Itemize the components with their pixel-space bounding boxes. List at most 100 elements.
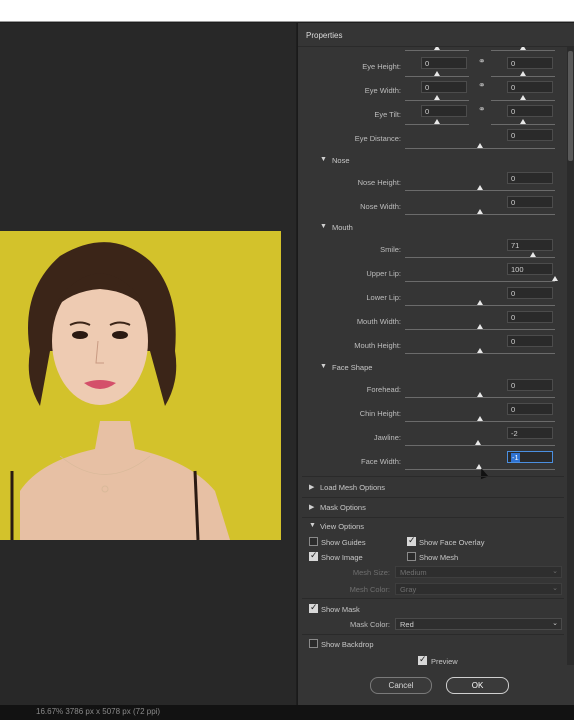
eye-width-left-input[interactable]: 0 bbox=[421, 81, 467, 93]
jawline-thumb[interactable] bbox=[475, 440, 481, 445]
eye-tilt-left-slider[interactable] bbox=[405, 124, 469, 125]
eye-tilt-left-thumb[interactable] bbox=[434, 119, 440, 124]
eye-width-left-thumb[interactable] bbox=[434, 95, 440, 100]
load-mesh-options-header[interactable]: ▶ Load Mesh Options bbox=[298, 480, 567, 496]
show-image-label: Show Image bbox=[321, 553, 363, 562]
eye-width-label: Eye Width: bbox=[364, 86, 401, 95]
eye-height-right-input[interactable]: 0 bbox=[507, 57, 553, 69]
link-icon[interactable]: ⚭ bbox=[478, 57, 486, 66]
panel-title: Properties bbox=[298, 31, 574, 47]
jawline-row: Jawline: -2 bbox=[298, 426, 567, 450]
divider bbox=[302, 497, 564, 498]
lower-lip-slider[interactable] bbox=[405, 305, 555, 306]
smile-slider[interactable] bbox=[405, 257, 555, 258]
link-icon[interactable]: ⚭ bbox=[478, 81, 486, 90]
mouth-height-input[interactable]: 0 bbox=[507, 335, 553, 347]
jawline-input[interactable]: -2 bbox=[507, 427, 553, 439]
cancel-button[interactable]: Cancel bbox=[370, 677, 432, 694]
upper-lip-slider[interactable] bbox=[405, 281, 555, 282]
chevron-down-icon: ⌄ bbox=[552, 620, 558, 627]
upper-lip-input[interactable]: 100 bbox=[507, 263, 553, 275]
lower-lip-thumb[interactable] bbox=[477, 300, 483, 305]
divider bbox=[302, 598, 564, 599]
eye-width-right-slider[interactable] bbox=[491, 100, 555, 101]
eye-distance-thumb[interactable] bbox=[477, 143, 483, 148]
mouth-width-slider[interactable] bbox=[405, 329, 555, 330]
smile-row: Smile: 71 bbox=[298, 238, 567, 262]
ok-button[interactable]: OK bbox=[446, 677, 509, 694]
portrait-image bbox=[0, 231, 281, 540]
show-face-overlay-label: Show Face Overlay bbox=[419, 538, 485, 547]
eye-distance-slider[interactable] bbox=[405, 148, 555, 149]
nose-section-header[interactable]: ▼ Nose bbox=[298, 153, 567, 169]
divider bbox=[302, 517, 564, 518]
mesh-size-select: Medium ⌄ bbox=[395, 566, 562, 578]
preview-label: Preview bbox=[431, 657, 458, 666]
preview-checkbox[interactable] bbox=[418, 654, 427, 665]
lower-lip-input[interactable]: 0 bbox=[507, 287, 553, 299]
chin-height-input[interactable]: 0 bbox=[507, 403, 553, 415]
show-mask-checkbox[interactable] bbox=[309, 602, 318, 613]
show-backdrop-checkbox[interactable] bbox=[309, 639, 318, 648]
show-guides-checkbox[interactable] bbox=[309, 537, 318, 546]
mouth-width-input[interactable]: 0 bbox=[507, 311, 553, 323]
eye-height-left-input[interactable]: 0 bbox=[421, 57, 467, 69]
divider bbox=[302, 476, 564, 477]
face-width-input[interactable]: -1 bbox=[507, 451, 553, 463]
eye-distance-input[interactable]: 0 bbox=[507, 129, 553, 141]
show-mesh-checkbox[interactable] bbox=[407, 552, 416, 561]
mouth-height-slider[interactable] bbox=[405, 353, 555, 354]
eye-distance-row: Eye Distance: 0 bbox=[298, 127, 567, 151]
eye-tilt-label: Eye Tilt: bbox=[374, 110, 401, 119]
eye-tilt-left-input[interactable]: 0 bbox=[421, 105, 467, 117]
forehead-thumb[interactable] bbox=[477, 392, 483, 397]
mouth-height-thumb[interactable] bbox=[477, 348, 483, 353]
mouth-width-row: Mouth Width: 0 bbox=[298, 310, 567, 334]
divider bbox=[302, 634, 564, 635]
eye-height-left-slider[interactable] bbox=[405, 76, 469, 77]
eye-height-left-thumb[interactable] bbox=[434, 71, 440, 76]
show-image-checkbox[interactable] bbox=[309, 550, 318, 561]
eye-width-left-slider[interactable] bbox=[405, 100, 469, 101]
lower-lip-label: Lower Lip: bbox=[366, 293, 401, 302]
link-icon[interactable]: ⚭ bbox=[478, 105, 486, 114]
panel-vertical-scrollbar[interactable] bbox=[567, 47, 574, 665]
eye-tilt-right-input[interactable]: 0 bbox=[507, 105, 553, 117]
eye-height-right-thumb[interactable] bbox=[520, 71, 526, 76]
nose-width-input[interactable]: 0 bbox=[507, 196, 553, 208]
smile-label: Smile: bbox=[380, 245, 401, 254]
chin-height-slider[interactable] bbox=[405, 421, 555, 422]
nose-height-thumb[interactable] bbox=[477, 185, 483, 190]
mask-color-select[interactable]: Red ⌄ bbox=[395, 618, 562, 630]
view-options-header[interactable]: ▼ View Options bbox=[298, 519, 567, 535]
mouth-section-header[interactable]: ▼ Mouth bbox=[298, 220, 567, 236]
face-shape-section-header[interactable]: ▼ Face Shape bbox=[298, 360, 567, 376]
mouth-height-label: Mouth Height: bbox=[354, 341, 401, 350]
chin-height-thumb[interactable] bbox=[477, 416, 483, 421]
eye-tilt-right-thumb[interactable] bbox=[520, 119, 526, 124]
scrollbar-thumb[interactable] bbox=[568, 51, 573, 161]
forehead-input[interactable]: 0 bbox=[507, 379, 553, 391]
forehead-slider[interactable] bbox=[405, 397, 555, 398]
eye-tilt-row: Eye Tilt: 0 ⚭ 0 bbox=[298, 103, 567, 127]
mask-options-header[interactable]: ▶ Mask Options bbox=[298, 500, 567, 516]
nose-height-input[interactable]: 0 bbox=[507, 172, 553, 184]
nose-height-row: Nose Height: 0 bbox=[298, 171, 567, 195]
eye-distance-label: Eye Distance: bbox=[354, 134, 401, 143]
nose-width-slider[interactable] bbox=[405, 214, 555, 215]
eye-height-right-slider[interactable] bbox=[491, 76, 555, 77]
smile-thumb[interactable] bbox=[530, 252, 536, 257]
upper-lip-thumb[interactable] bbox=[552, 276, 558, 281]
mouth-width-thumb[interactable] bbox=[477, 324, 483, 329]
expand-triangle-icon: ▶ bbox=[309, 484, 315, 491]
show-face-overlay-checkbox[interactable] bbox=[407, 535, 416, 546]
eye-width-right-input[interactable]: 0 bbox=[507, 81, 553, 93]
eye-width-right-thumb[interactable] bbox=[520, 95, 526, 100]
nose-width-thumb[interactable] bbox=[477, 209, 483, 214]
jawline-slider[interactable] bbox=[405, 445, 555, 446]
panel-body: Eye Height: 0 ⚭ 0 Eye Width: 0 ⚭ 0 Eye T… bbox=[298, 47, 567, 665]
smile-input[interactable]: 71 bbox=[507, 239, 553, 251]
chin-height-label: Chin Height: bbox=[359, 409, 401, 418]
eye-tilt-right-slider[interactable] bbox=[491, 124, 555, 125]
nose-height-slider[interactable] bbox=[405, 190, 555, 191]
